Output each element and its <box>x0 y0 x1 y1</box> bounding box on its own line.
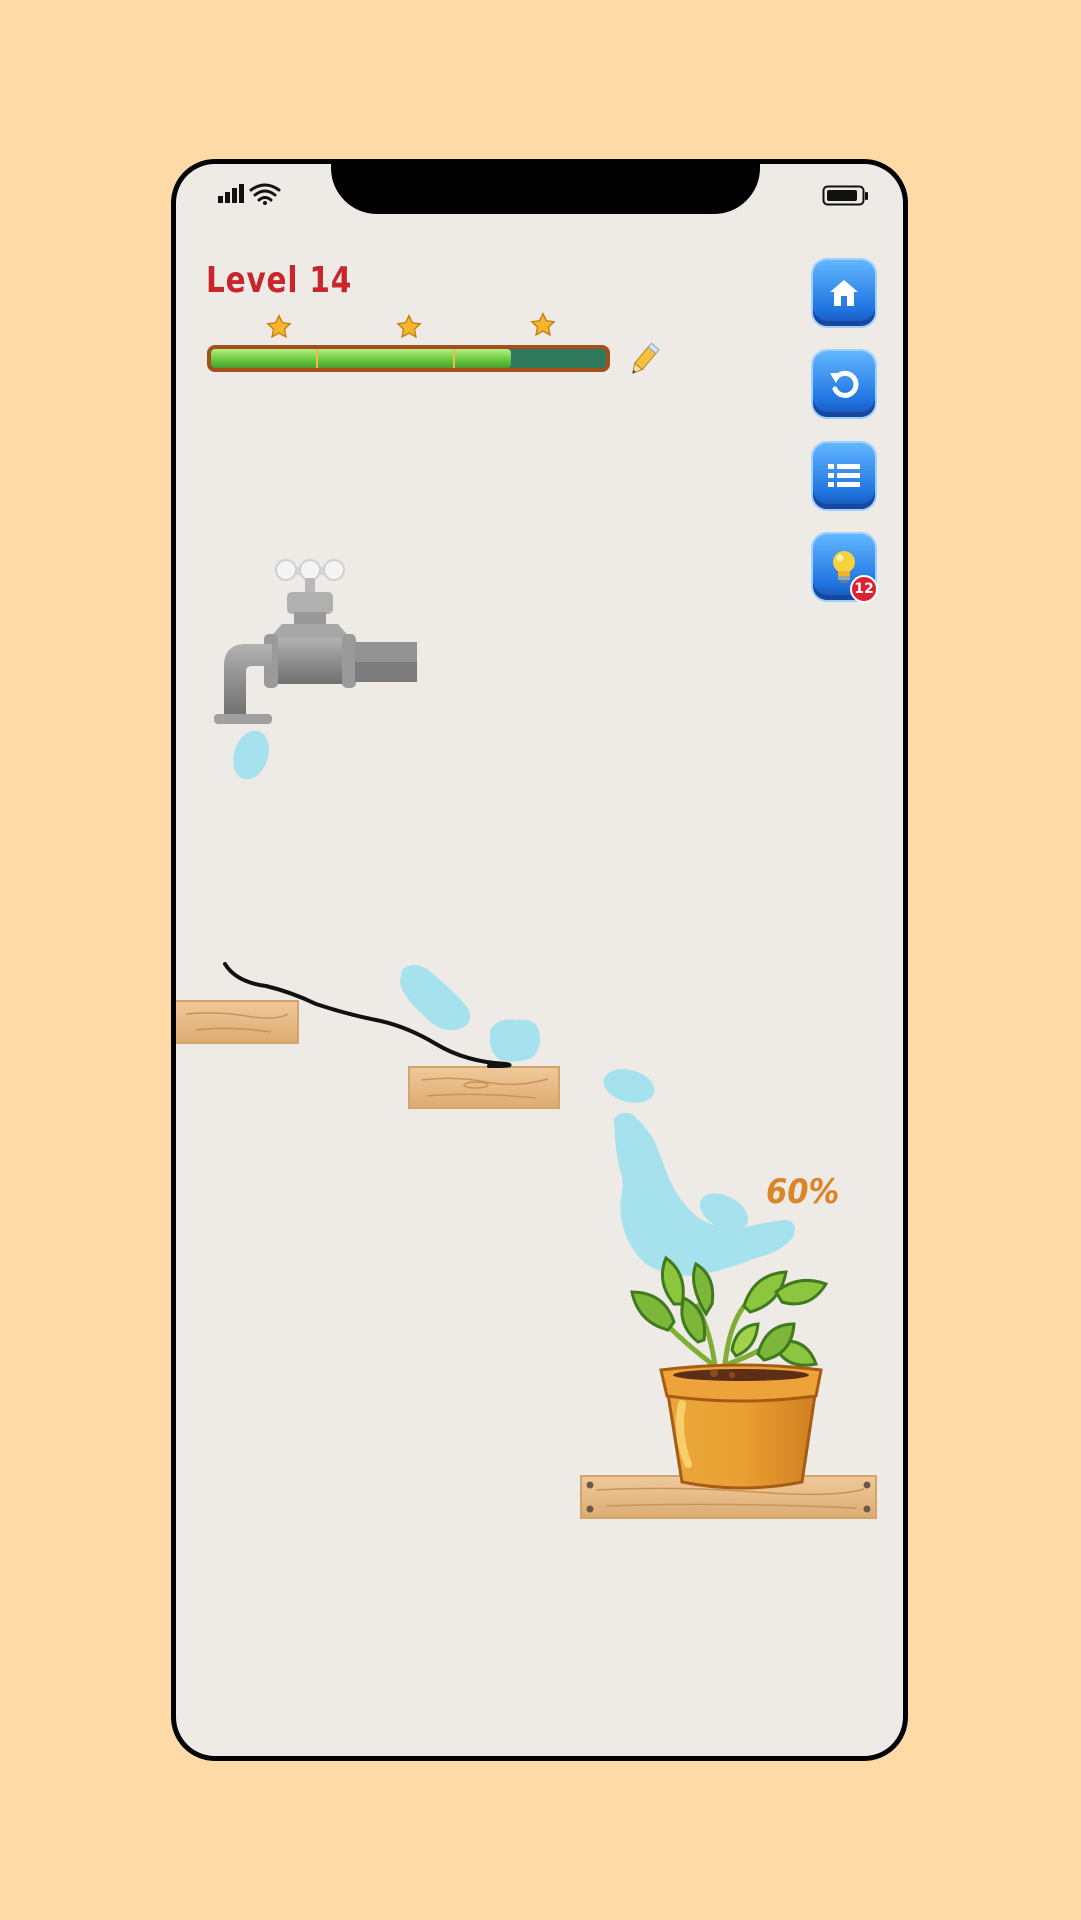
ink-progress-bar <box>207 345 610 372</box>
star-icon <box>530 312 556 337</box>
faucet <box>214 559 417 780</box>
restart-icon <box>830 370 859 398</box>
home-icon <box>830 280 858 306</box>
water-splash <box>400 965 795 1276</box>
home-button[interactable] <box>813 260 875 326</box>
level-list-button[interactable] <box>813 443 875 509</box>
battery-icon <box>822 185 868 206</box>
phone-screen: Level 14 12 60% <box>171 159 908 1761</box>
water-drop <box>233 730 269 780</box>
fill-percentage: 60% <box>766 1172 840 1212</box>
star-icon <box>266 314 292 339</box>
game-scene[interactable] <box>176 164 908 1761</box>
faucet-body <box>268 624 352 640</box>
pencil-icon <box>632 342 660 375</box>
progress-divider <box>453 349 455 368</box>
status-icons <box>218 183 281 205</box>
restart-button[interactable] <box>813 351 875 417</box>
ink-progress-fill <box>211 349 512 368</box>
plant-leaves <box>630 1255 829 1375</box>
plant-pot-body <box>665 1386 818 1490</box>
faucet-handle <box>275 559 345 624</box>
plank-middle <box>408 1066 560 1109</box>
hint-count-badge: 12 <box>850 575 878 603</box>
progress-divider <box>316 349 318 368</box>
camera-notch <box>331 164 760 214</box>
faucet-pipe <box>272 638 348 684</box>
potted-plant <box>630 1255 829 1490</box>
star-icon <box>396 314 422 339</box>
wifi-icon <box>249 183 281 205</box>
signal-icon <box>218 184 244 203</box>
level-title: Level 14 <box>206 260 353 301</box>
plank-left <box>176 1000 299 1044</box>
list-icon <box>828 464 860 487</box>
